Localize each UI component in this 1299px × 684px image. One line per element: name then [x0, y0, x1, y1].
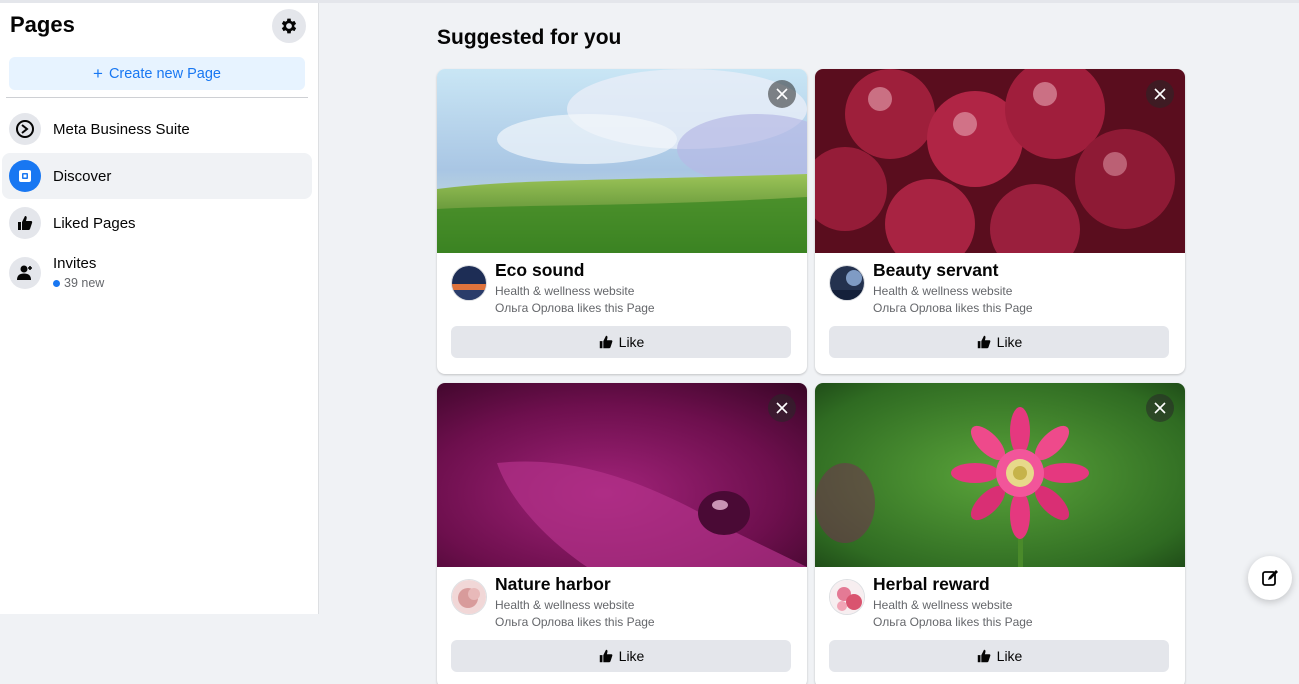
- close-icon: [1154, 88, 1166, 100]
- page-name[interactable]: Nature harbor: [495, 574, 611, 595]
- sidebar-item-discover[interactable]: Discover: [2, 153, 312, 199]
- sidebar-item-meta-business-suite[interactable]: Meta Business Suite: [2, 106, 312, 152]
- thumbs-up-icon: [599, 649, 613, 663]
- page-category: Health & wellness website: [873, 284, 1013, 298]
- close-icon: [776, 402, 788, 414]
- like-label: Like: [618, 334, 645, 350]
- create-new-page-button[interactable]: + Create new Page: [9, 57, 305, 90]
- page-cover-image[interactable]: [437, 383, 807, 567]
- unread-dot: [53, 279, 60, 287]
- dismiss-button[interactable]: [768, 80, 796, 108]
- close-icon: [1154, 402, 1166, 414]
- sidebar-item-label: Invites: [53, 255, 97, 272]
- add-person-icon: [9, 257, 41, 289]
- like-button[interactable]: Like: [829, 326, 1169, 358]
- invites-count-label: 39 new: [64, 276, 105, 290]
- social-context: Ольга Орлова likes this Page: [495, 301, 655, 315]
- page-cover-image[interactable]: [815, 69, 1185, 274]
- page-name[interactable]: Beauty servant: [873, 260, 998, 281]
- dismiss-button[interactable]: [1146, 394, 1174, 422]
- thumbs-up-icon: [977, 649, 991, 663]
- settings-button[interactable]: [272, 9, 306, 43]
- page-card-body: Beauty servant Health & wellness website…: [815, 253, 1185, 374]
- page-card-body: Nature harbor Health & wellness website …: [437, 567, 807, 684]
- page-avatar[interactable]: [829, 579, 865, 615]
- page-title: Pages: [10, 12, 75, 37]
- section-title: Suggested for you: [437, 26, 622, 49]
- create-new-page-label: Create new Page: [108, 65, 221, 82]
- like-button[interactable]: Like: [451, 326, 791, 358]
- divider: [6, 97, 308, 98]
- like-label: Like: [618, 648, 645, 664]
- thumbs-up-icon: [977, 335, 991, 349]
- page-avatar[interactable]: [451, 579, 487, 615]
- page-cover-image[interactable]: [437, 69, 807, 253]
- social-context: Ольга Орлова likes this Page: [873, 615, 1033, 629]
- page-card: Herbal reward Health & wellness website …: [815, 383, 1185, 684]
- sidebar-item-label: Liked Pages: [53, 214, 136, 232]
- sidebar-item-label: Discover: [53, 167, 112, 185]
- sidebar-item-invites[interactable]: Invites 39 new: [2, 247, 312, 299]
- page-name[interactable]: Eco sound: [495, 260, 584, 281]
- sidebar-item-liked-pages[interactable]: Liked Pages: [2, 200, 312, 246]
- page-cover-image[interactable]: [815, 383, 1185, 567]
- page-card: Nature harbor Health & wellness website …: [437, 383, 807, 684]
- sidebar-nav: Meta Business Suite Discover Liked Pages: [2, 106, 312, 300]
- page-card-body: Herbal reward Health & wellness website …: [815, 567, 1185, 684]
- page-card: Beauty servant Health & wellness website…: [815, 69, 1185, 374]
- like-label: Like: [996, 334, 1023, 350]
- social-context: Ольга Орлова likes this Page: [495, 615, 655, 629]
- like-button[interactable]: Like: [829, 640, 1169, 672]
- discover-icon: [9, 160, 41, 192]
- page-avatar[interactable]: [451, 265, 487, 301]
- page-name[interactable]: Herbal reward: [873, 574, 990, 595]
- page-category: Health & wellness website: [495, 598, 635, 612]
- like-button[interactable]: Like: [451, 640, 791, 672]
- like-label: Like: [996, 648, 1023, 664]
- page-card: Eco sound Health & wellness website Ольг…: [437, 69, 807, 374]
- page-card-body: Eco sound Health & wellness website Ольг…: [437, 253, 807, 374]
- compose-icon: [1262, 570, 1278, 586]
- plus-icon: +: [93, 64, 103, 83]
- page-category: Health & wellness website: [495, 284, 635, 298]
- sidebar-item-label: Meta Business Suite: [53, 120, 190, 138]
- dismiss-button[interactable]: [768, 394, 796, 422]
- dismiss-button[interactable]: [1146, 80, 1174, 108]
- thumbs-up-icon: [9, 207, 41, 239]
- social-context: Ольга Орлова likes this Page: [873, 301, 1033, 315]
- close-icon: [776, 88, 788, 100]
- gear-icon: [281, 18, 297, 34]
- sidebar: Pages + Create new Page Meta Business Su…: [0, 3, 319, 614]
- meta-business-suite-icon: [9, 113, 41, 145]
- compose-button[interactable]: [1248, 556, 1292, 600]
- page-avatar[interactable]: [829, 265, 865, 301]
- sidebar-header: Pages: [10, 9, 306, 43]
- invites-count: 39 new: [53, 276, 104, 290]
- page-category: Health & wellness website: [873, 598, 1013, 612]
- thumbs-up-icon: [599, 335, 613, 349]
